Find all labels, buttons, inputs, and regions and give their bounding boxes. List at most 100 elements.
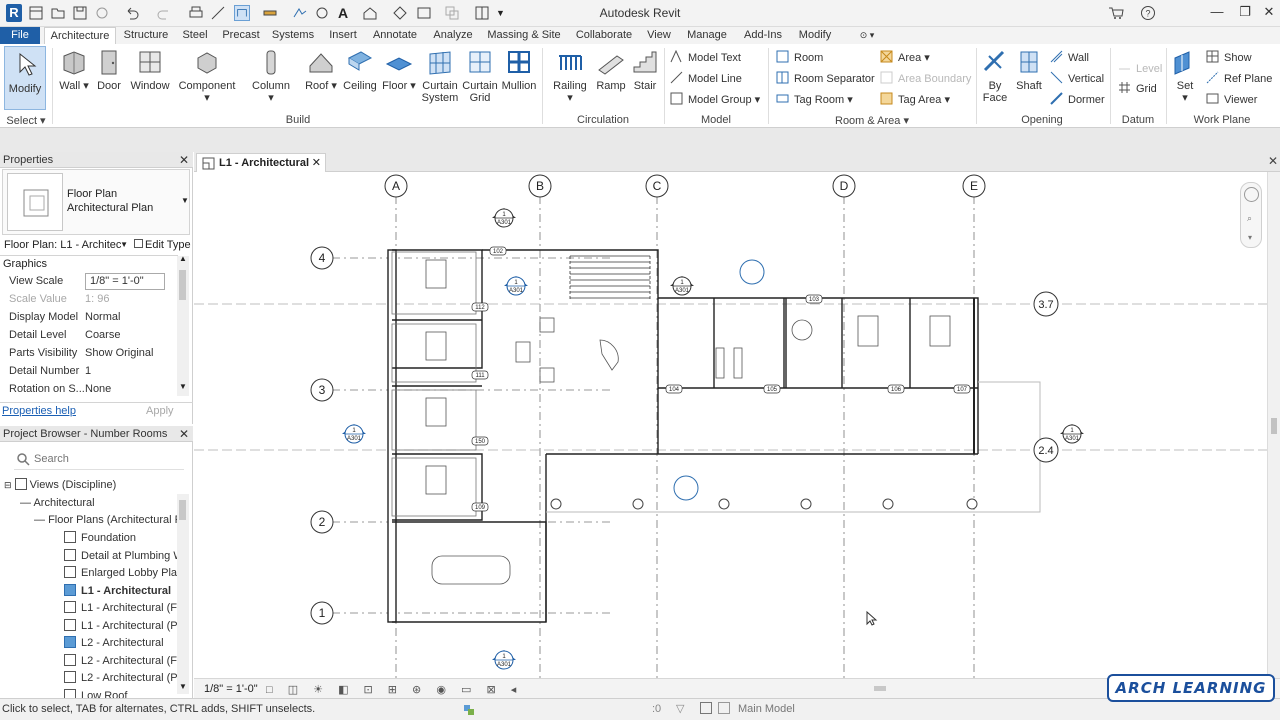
tab-modify[interactable]: Modify	[794, 27, 836, 44]
section-graphics[interactable]: Graphics	[3, 258, 47, 270]
tab-annotate[interactable]: Annotate	[368, 27, 422, 44]
tab-add-ins[interactable]: Add-Ins	[740, 27, 786, 44]
by-face-button[interactable]: By Face	[980, 48, 1010, 104]
floor-plan-drawing[interactable]: 102 103 104 105 106 107 111 112 150 109 A B C D E 4 3 2 1…	[194, 172, 1267, 678]
show-button[interactable]: Show	[1206, 49, 1252, 67]
tab-precast[interactable]: Precast	[220, 27, 262, 44]
tab-file[interactable]: File	[0, 27, 40, 44]
close-icon[interactable]: ✕	[1258, 4, 1280, 22]
vertical-opening-button[interactable]: Vertical	[1050, 70, 1104, 88]
model-icon[interactable]	[718, 702, 730, 714]
property-row[interactable]: Display Model Normal	[0, 308, 178, 326]
tab-steel[interactable]: Steel	[178, 27, 212, 44]
close-properties-icon[interactable]: ✕	[179, 152, 189, 168]
tab-structure[interactable]: Structure	[120, 27, 172, 44]
railing-button[interactable]: Railing ▾	[550, 48, 590, 104]
area-boundary-button[interactable]: Area Boundary	[880, 70, 971, 88]
room-separator-button[interactable]: Room Separator	[776, 70, 875, 88]
view-control-icons[interactable]: □ ◫ ☀ ◧ ⊡ ⊞ ⊛ ◉ ▭ ⊠ ◂	[266, 683, 522, 696]
tab-analyze[interactable]: Analyze	[430, 27, 476, 44]
level-button[interactable]: Level	[1118, 60, 1162, 78]
property-row[interactable]: Detail Level Coarse	[0, 326, 178, 344]
close-view-icon[interactable]: ✕	[1268, 154, 1278, 168]
tree-floor-plans[interactable]: — Floor Plans (Architectural Pl	[34, 512, 184, 529]
ceiling-button[interactable]: Ceiling	[342, 48, 378, 92]
browser-search[interactable]	[14, 448, 184, 470]
ramp-button[interactable]: Ramp	[594, 48, 628, 92]
tree-view-item[interactable]: L1 - Architectural (Po	[64, 618, 184, 635]
grid-button[interactable]: Grid	[1118, 80, 1157, 98]
area-button[interactable]: Area ▾	[880, 49, 930, 67]
worksharing-icon[interactable]	[462, 703, 476, 717]
close-browser-icon[interactable]: ✕	[179, 426, 189, 442]
curtain-system-button[interactable]: Curtain System	[420, 48, 460, 104]
restore-icon[interactable]: ❐	[1234, 4, 1256, 22]
model-line-button[interactable]: Model Line	[670, 70, 742, 88]
browser-scrollbar[interactable]: ▼	[177, 494, 189, 694]
design-options-icon[interactable]	[700, 702, 712, 714]
filter-icon[interactable]: ▽	[676, 702, 684, 715]
tab-view[interactable]: View	[644, 27, 674, 44]
tab-insert[interactable]: Insert	[326, 27, 360, 44]
modify-button[interactable]: Modify	[4, 46, 46, 110]
tree-view-item[interactable]: L1 - Architectural	[64, 583, 171, 600]
wall-opening-button[interactable]: Wall	[1050, 49, 1089, 67]
canvas-vertical-scrollbar[interactable]	[1267, 172, 1280, 678]
canvas-horizontal-scrollbar[interactable]	[874, 686, 886, 691]
room-button[interactable]: Room	[776, 49, 823, 67]
view-tab-l1-architectural[interactable]: L1 - Architectural ✕	[196, 153, 326, 172]
viewer-button[interactable]: Viewer	[1206, 91, 1257, 109]
view-scale-control[interactable]: 1/8" = 1'-0"	[204, 683, 258, 695]
tree-view-item[interactable]: L2 - Architectural (Fu	[64, 653, 183, 670]
component-button[interactable]: Component ▾	[176, 48, 238, 104]
nav-menu-icon[interactable]: ▾	[1248, 233, 1252, 242]
curtain-grid-button[interactable]: Curtain Grid	[460, 48, 500, 104]
tab-systems[interactable]: Systems	[270, 27, 316, 44]
properties-scrollbar[interactable]: ▲ ▼	[177, 254, 189, 396]
apply-button[interactable]: Apply	[146, 405, 174, 417]
tree-view-item[interactable]: Foundation	[64, 530, 136, 547]
steering-wheel-icon[interactable]	[1244, 187, 1259, 202]
dormer-button[interactable]: Dormer	[1050, 91, 1105, 109]
active-model[interactable]: Main Model	[738, 703, 795, 715]
property-value[interactable]: 1/8" = 1'-0"	[85, 273, 165, 290]
tab-architecture[interactable]: Architecture	[44, 27, 116, 44]
tree-view-item[interactable]: L1 - Architectural (Fu	[64, 600, 183, 617]
tab-collaborate[interactable]: Collaborate	[572, 27, 636, 44]
edit-type-button[interactable]: Edit Type	[134, 236, 191, 254]
tab-manage[interactable]: Manage	[682, 27, 732, 44]
stair-button[interactable]: Stair	[630, 48, 660, 92]
tree-view-item[interactable]: L2 - Architectural	[64, 635, 164, 652]
instance-filter-dropdown[interactable]: Floor Plan: L1 - Architec ▼	[4, 236, 130, 254]
property-row[interactable]: View Scale 1/8" = 1'-0"	[0, 272, 178, 290]
tag-area-button[interactable]: Tag Area ▾	[880, 91, 950, 109]
zoom-icon[interactable]: ⌕	[1247, 213, 1252, 224]
tree-view-item[interactable]: Enlarged Lobby Plan	[64, 565, 183, 582]
tree-view-item[interactable]: Detail at Plumbing W	[64, 548, 184, 565]
tree-views-discipline[interactable]: ⊟ Views (Discipline)	[4, 477, 116, 494]
close-view-tab-icon[interactable]: ✕	[312, 154, 321, 172]
property-row[interactable]: Parts Visibility Show Original	[0, 344, 178, 362]
property-row[interactable]: Scale Value 1: 96	[0, 290, 178, 308]
shaft-button[interactable]: Shaft	[1012, 48, 1046, 92]
ref-plane-button[interactable]: Ref Plane	[1206, 70, 1272, 88]
property-row[interactable]: Rotation on S... None	[0, 380, 178, 398]
set-button[interactable]: Set ▾	[1170, 48, 1200, 104]
column-button[interactable]: Column ▾	[248, 48, 294, 104]
search-input[interactable]	[34, 450, 180, 468]
model-group-button[interactable]: Model Group ▾	[670, 91, 760, 109]
minimize-icon[interactable]: —	[1206, 4, 1228, 22]
ribbon-toggle-icon[interactable]: ⊙ ▾	[852, 27, 882, 44]
door-button[interactable]: Door	[94, 48, 124, 92]
help-icon[interactable]: ?	[1140, 5, 1156, 21]
panel-select[interactable]: Select ▾	[4, 114, 48, 127]
floor-button[interactable]: Floor ▾	[382, 48, 416, 92]
type-selector[interactable]: Floor Plan Architectural Plan ▼	[2, 169, 190, 235]
properties-help-link[interactable]: Properties help	[2, 405, 76, 417]
window-button[interactable]: Window	[128, 48, 172, 92]
roof-button[interactable]: Roof ▾	[304, 48, 338, 92]
panel-room-area[interactable]: Room & Area ▾	[772, 114, 972, 127]
mullion-button[interactable]: Mullion	[500, 48, 538, 92]
tab-massing-site[interactable]: Massing & Site	[484, 27, 564, 44]
tag-room-button[interactable]: Tag Room ▾	[776, 91, 853, 109]
